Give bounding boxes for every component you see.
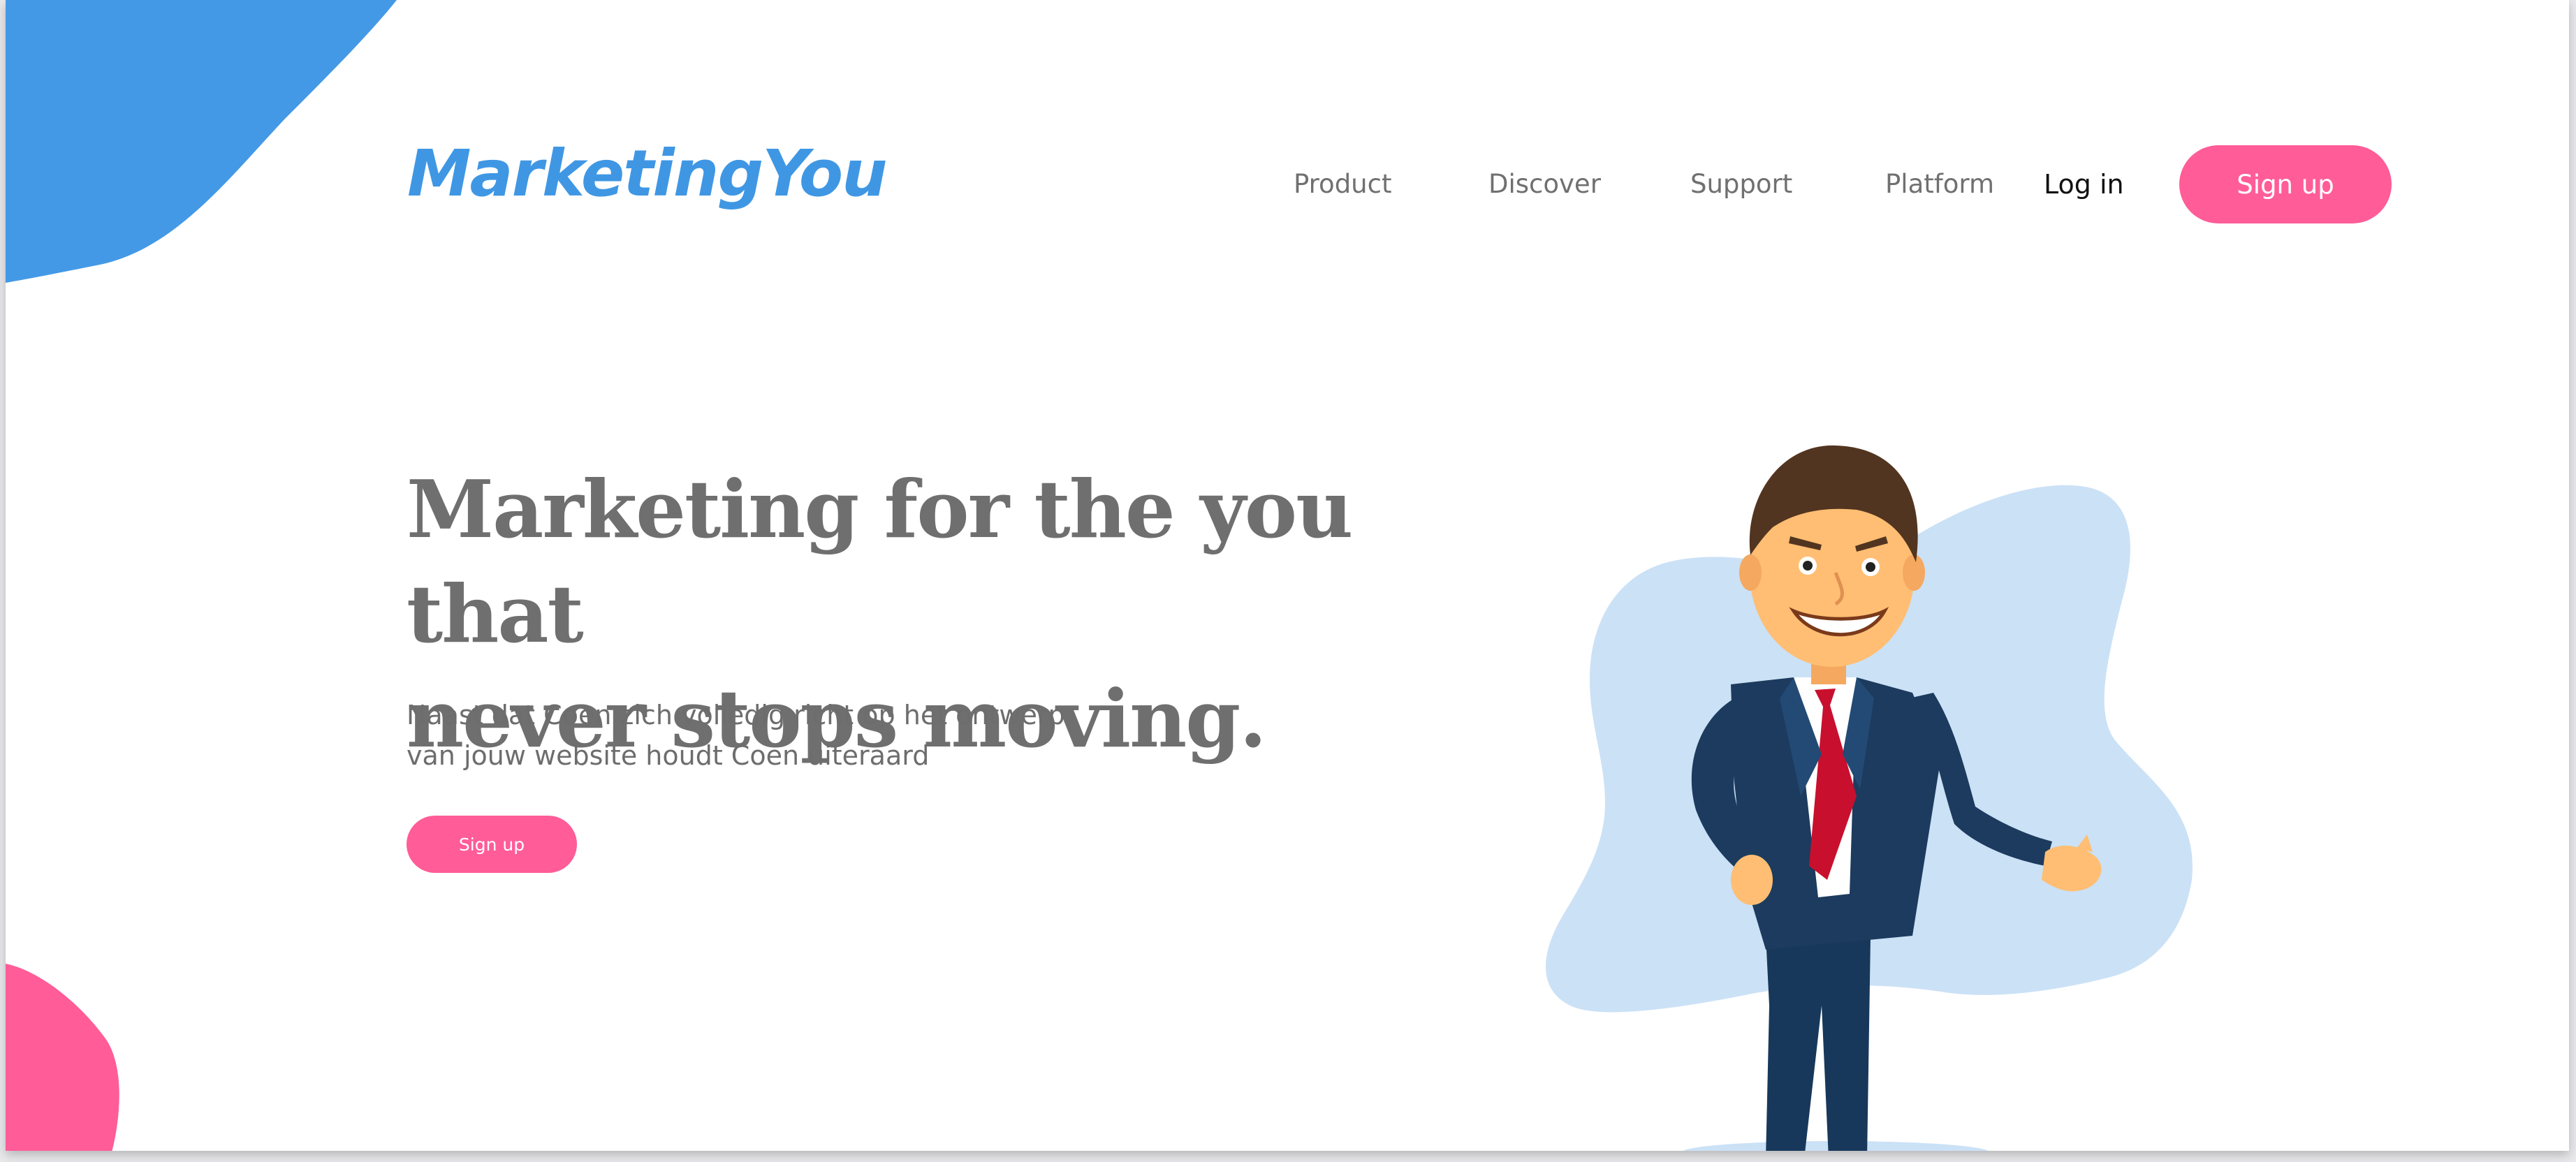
hero-subtitle-line-2: van jouw website houdt Coen uiteraard bbox=[407, 740, 930, 771]
login-link[interactable]: Log in bbox=[2044, 169, 2124, 200]
hero-subtitle-line-1: Naast dat Coen zich volledig richt op he… bbox=[407, 700, 1065, 730]
nav-link-discover[interactable]: Discover bbox=[1488, 169, 1601, 199]
blue-blob-shape bbox=[6, 0, 397, 283]
hero-title-line-1: Marketing for the you that bbox=[407, 463, 1353, 661]
header-signup-button[interactable]: Sign up bbox=[2179, 145, 2392, 223]
pink-blob-shape bbox=[6, 964, 119, 1151]
logo[interactable]: MarketingYou bbox=[407, 136, 888, 211]
hero-signup-button[interactable]: Sign up bbox=[407, 816, 577, 873]
landing-page: MarketingYou Product Discover Support Pl… bbox=[6, 0, 2569, 1151]
nav-link-platform[interactable]: Platform bbox=[1885, 169, 1994, 199]
nav-link-support[interactable]: Support bbox=[1690, 169, 1792, 199]
businessman-illustration bbox=[1546, 445, 2193, 1151]
hero-subtitle: Naast dat Coen zich volledig richt op he… bbox=[407, 695, 1105, 776]
nav-link-product[interactable]: Product bbox=[1294, 169, 1391, 199]
